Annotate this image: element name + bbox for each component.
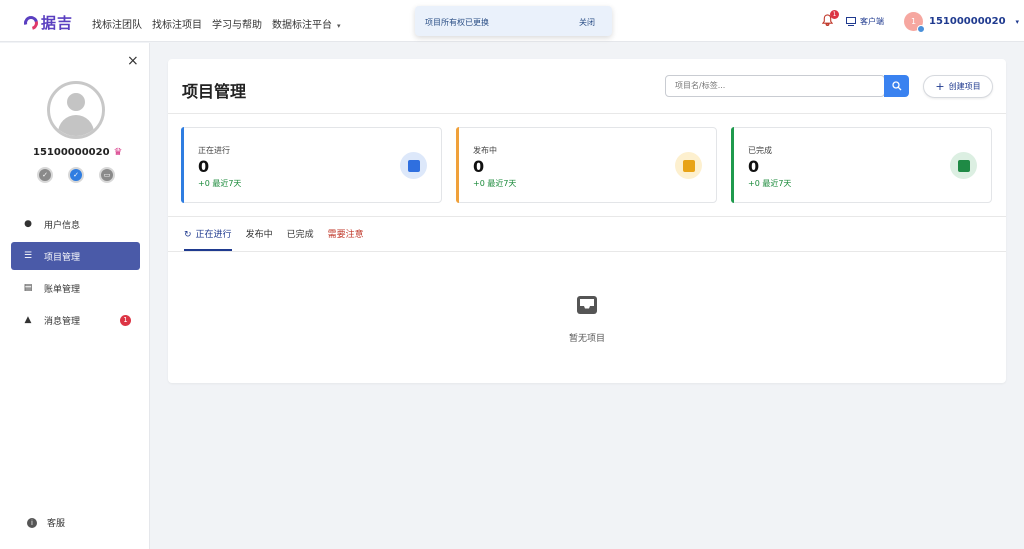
divider: [168, 216, 1006, 217]
stat-value: 0: [198, 157, 210, 176]
plus-icon: +: [935, 80, 945, 93]
toast-close-button[interactable]: 关闭: [579, 17, 595, 28]
monitor-icon: [846, 17, 856, 26]
sidebar-item-message-management[interactable]: ▲ 消息管理 1: [11, 306, 140, 334]
sidebar-menu: ● 用户信息 ☰ 项目管理 ▤ 账单管理 ▲ 消息管理 1: [11, 210, 140, 338]
user-icon: ●: [24, 219, 32, 229]
username: 15100000020: [929, 16, 1006, 27]
divider: [168, 251, 1006, 252]
support-label: 客服: [47, 519, 66, 529]
tab-in-progress[interactable]: ↻ 正在进行: [184, 227, 232, 251]
sidebar-item-project-management[interactable]: ☰ 项目管理: [11, 242, 140, 270]
stat-label: 正在进行: [198, 146, 230, 155]
avatar-status-icon: [917, 25, 925, 33]
chevron-down-icon: ▾: [337, 22, 341, 30]
nav-item-platform-label: 数据标注平台: [272, 20, 332, 31]
info-icon: i: [27, 517, 37, 528]
search-box: [665, 75, 885, 97]
tab-completed[interactable]: 已完成: [287, 227, 314, 251]
profile-name: 15100000020 ♛: [33, 147, 123, 158]
tab-publishing[interactable]: 发布中: [246, 227, 273, 251]
stat-label: 发布中: [473, 146, 497, 155]
document-icon-shape: [407, 159, 420, 172]
upload-icon-shape: [682, 159, 695, 172]
bell-icon: ▲: [24, 315, 32, 325]
main-nav: 找标注团队 找标注项目 学习与帮助 数据标注平台 ▾: [92, 16, 341, 31]
nav-item-find-project[interactable]: 找标注项目: [152, 16, 202, 31]
sidebar-item-bill-management[interactable]: ▤ 账单管理: [11, 274, 140, 302]
create-project-label: 创建项目: [948, 82, 981, 91]
stat-delta: +0 最近7天: [473, 179, 517, 188]
project-tabs: ↻ 正在进行 发布中 已完成 需要注意: [184, 227, 364, 251]
check-icon[interactable]: ✓: [37, 167, 53, 183]
top-navbar: 据吉 找标注团队 找标注项目 学习与帮助 数据标注平台 ▾ 项目所有权已更换 关闭…: [0, 0, 1024, 42]
stat-card-publishing[interactable]: 发布中 0 +0 最近7天: [456, 127, 717, 203]
avatar: 1: [904, 12, 925, 33]
stat-label: 已完成: [748, 146, 772, 155]
stat-value: 0: [748, 157, 760, 176]
toast-notification: 项目所有权已更换 关闭: [415, 6, 612, 36]
notification-bell-button[interactable]: 1: [821, 10, 839, 28]
message-count-badge: 1: [120, 315, 131, 326]
brand-logo[interactable]: 据吉: [21, 12, 74, 33]
sidebar-item-label: 用户信息: [44, 220, 81, 231]
crown-icon: ♛: [113, 147, 123, 158]
check-circle-icon-shape: [957, 159, 970, 172]
upload-icon: [675, 152, 702, 179]
close-icon[interactable]: ×: [127, 53, 139, 69]
avatar-body-shape: [58, 115, 94, 136]
avatar-letter: 1: [910, 17, 917, 26]
notification-count-badge: 1: [830, 10, 839, 19]
stat-delta: +0 最近7天: [198, 179, 242, 188]
search-input[interactable]: [675, 81, 875, 90]
profile-avatar[interactable]: [47, 81, 105, 139]
list-icon: ☰: [23, 251, 33, 261]
nav-item-find-team[interactable]: 找标注团队: [92, 16, 142, 31]
profile-username: 15100000020: [33, 147, 110, 158]
create-project-button[interactable]: + 创建项目: [923, 75, 993, 98]
verification-badges: ✓ ✓ ▭: [37, 167, 115, 183]
stat-accent-bar: [181, 127, 184, 203]
stat-value: 0: [473, 157, 485, 176]
nav-item-learning-help[interactable]: 学习与帮助: [212, 16, 262, 31]
check-circle-icon: [950, 152, 977, 179]
project-panel: 项目管理 + 创建项目 正在进行 0 +0 最近7天 发布中 0 +0 最近7天…: [168, 59, 1006, 383]
bill-icon: ▤: [23, 283, 33, 293]
client-label: 客户端: [860, 17, 884, 26]
document-icon: [400, 152, 427, 179]
verified-icon[interactable]: ✓: [68, 167, 84, 183]
chevron-down-icon: ▾: [1015, 17, 1020, 26]
toast-message: 项目所有权已更换: [425, 18, 489, 27]
avatar-head-shape: [67, 93, 85, 111]
sidebar: × 15100000020 ♛ ✓ ✓ ▭ ● 用户信息 ☰ 项目管理 ▤ 账单…: [0, 43, 150, 549]
tab-label: 正在进行: [195, 230, 232, 240]
logo-mark-icon: [21, 12, 41, 33]
search-icon: [891, 81, 901, 91]
card-icon[interactable]: ▭: [99, 167, 115, 183]
support-link[interactable]: i 客服: [27, 516, 65, 529]
stat-card-completed[interactable]: 已完成 0 +0 最近7天: [731, 127, 992, 203]
sidebar-item-label: 项目管理: [44, 252, 81, 263]
inbox-icon: [577, 296, 597, 314]
empty-state-text: 暂无项目: [568, 334, 605, 344]
sidebar-item-label: 账单管理: [44, 284, 81, 295]
stat-card-in-progress[interactable]: 正在进行 0 +0 最近7天: [181, 127, 442, 203]
nav-item-platform[interactable]: 数据标注平台 ▾: [272, 16, 341, 31]
logo-text: 据吉: [41, 14, 74, 32]
stat-accent-bar: [731, 127, 734, 203]
page-title: 项目管理: [182, 82, 247, 101]
client-link[interactable]: 客户端: [846, 16, 884, 27]
search-button[interactable]: [884, 75, 909, 97]
stat-accent-bar: [456, 127, 459, 203]
sidebar-item-label: 消息管理: [44, 316, 81, 327]
refresh-icon: ↻: [184, 230, 192, 240]
divider: [168, 113, 1006, 114]
sidebar-item-user-info[interactable]: ● 用户信息: [11, 210, 140, 238]
stat-delta: +0 最近7天: [748, 179, 792, 188]
user-menu[interactable]: 1 15100000020 ▾: [904, 12, 1020, 33]
tab-needs-attention[interactable]: 需要注意: [328, 227, 364, 251]
